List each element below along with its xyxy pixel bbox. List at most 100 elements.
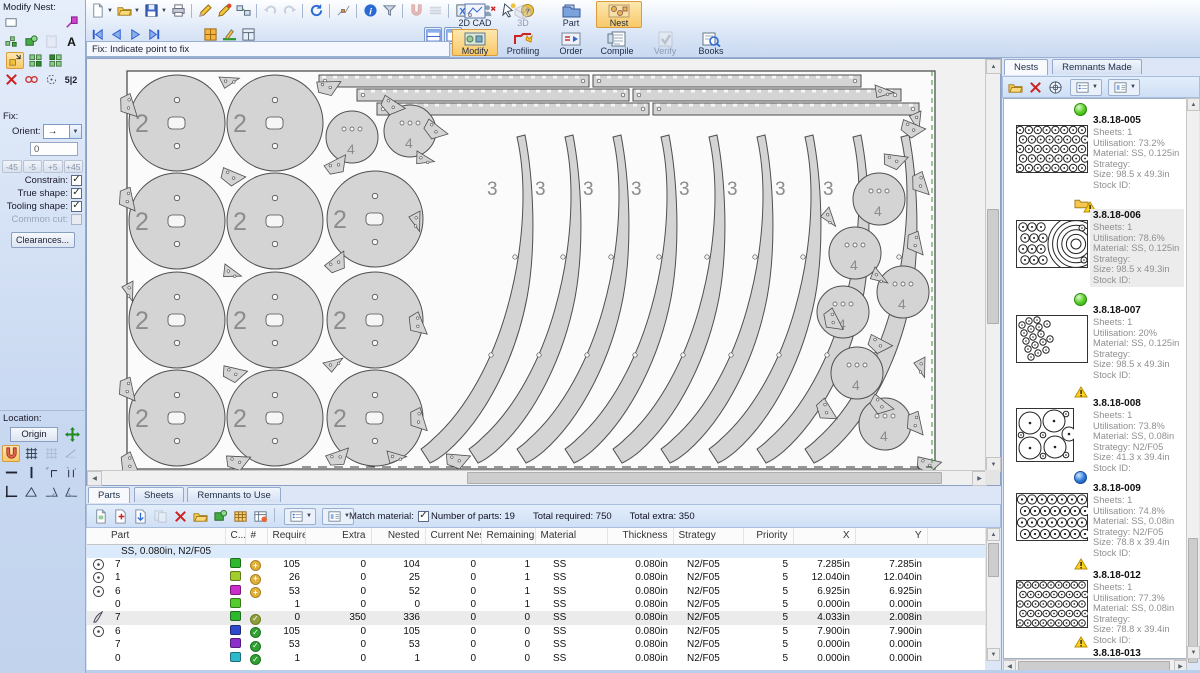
origin-cross-icon[interactable] (63, 426, 81, 443)
dropdown-caret-icon[interactable]: ▼ (134, 8, 141, 14)
info-icon[interactable]: i (361, 2, 379, 19)
copy-part-icon[interactable] (151, 508, 169, 525)
part-circle-small[interactable]: 4 (831, 347, 883, 399)
nest-list-item[interactable]: 3.8.18-008Sheets: 1Utilisation: 73.8%Mat… (1004, 384, 1186, 477)
canvas-horizontal-scrollbar[interactable]: ◀ ▶ (87, 470, 987, 485)
scroll-thumb[interactable] (1188, 538, 1198, 663)
corner-L-icon[interactable] (2, 483, 20, 500)
part-toothed-bar[interactable] (357, 89, 629, 101)
ribbon-tab-verify[interactable]: Verify (642, 29, 688, 56)
ribbon-tab-3d[interactable]: 3D (500, 1, 546, 28)
layers-icon[interactable] (426, 2, 444, 19)
part-row[interactable]: 6+5305201SS0.080inN2/F0556.925in6.925in (87, 585, 985, 599)
clearances-button[interactable]: Clearances... (11, 232, 75, 248)
column-header-y[interactable]: Y (855, 528, 927, 544)
checkbox-constrain[interactable] (71, 175, 82, 186)
nest-thumbnail[interactable] (1016, 125, 1088, 173)
scroll-left-icon[interactable]: ◀ (87, 471, 102, 486)
part-circle-small[interactable]: 4 (817, 286, 869, 338)
tab-nests[interactable]: Nests (1004, 59, 1048, 75)
part-row[interactable]: 6✓105010500SS0.080inN2/F0557.900in7.900i… (87, 625, 985, 639)
part-row[interactable]: 010001SS0.080inN2/F0550.000in0.000in (87, 598, 985, 611)
nest-list-item[interactable]: 3.8.18-007Sheets: 1Utilisation: 20%Mater… (1004, 291, 1186, 384)
column-header-extra[interactable]: Extra (305, 528, 371, 544)
nest-thumbnail[interactable] (1016, 408, 1074, 462)
dropdown-caret-icon[interactable]: ▼ (107, 8, 114, 14)
part-circle-large[interactable]: 2 (227, 173, 323, 269)
nest-array2-icon[interactable] (46, 52, 64, 69)
redo-icon[interactable] (280, 2, 298, 19)
part-report-icon[interactable] (251, 508, 269, 525)
nest-thumbnail[interactable] (1016, 493, 1088, 541)
scroll-down-icon[interactable]: ▼ (1187, 646, 1200, 659)
ribbon-tab-2d-cad[interactable]: 2D CAD (452, 1, 498, 28)
checkbox-true-shape[interactable] (71, 188, 82, 199)
match-material-checkbox[interactable] (418, 511, 429, 522)
part-table-icon[interactable] (231, 508, 249, 525)
column-header-remaining[interactable]: Remaining (481, 528, 535, 544)
scroll-up-icon[interactable]: ▲ (1187, 98, 1200, 111)
ribbon-tab-profiling[interactable]: Profiling (500, 29, 546, 56)
nest-drawing[interactable]: 333333332222222222244444444 (87, 59, 987, 472)
line-v-icon[interactable] (22, 464, 40, 481)
part-circle-large[interactable]: 2 (227, 75, 323, 171)
origin-button[interactable]: Origin (10, 427, 58, 442)
part-add-icon[interactable] (211, 508, 229, 525)
ribbon-tab-books[interactable]: Books (688, 29, 734, 56)
refresh-icon[interactable] (307, 2, 325, 19)
part-row[interactable]: 7✓5305300SS0.080inN2/F0550.000in0.000in (87, 638, 985, 652)
small-parts-icon[interactable] (2, 33, 20, 50)
column-header-priority[interactable]: Priority (743, 528, 793, 544)
canvas-vertical-scrollbar[interactable]: ▲ ▼ (985, 59, 1000, 472)
part-circle-large[interactable]: 2 (129, 173, 225, 269)
nest-thumbnail[interactable] (1016, 315, 1088, 363)
mirror-52-icon[interactable]: 5|2 (62, 71, 80, 88)
angle-button--5[interactable]: -5 (23, 160, 43, 173)
ribbon-tab-part[interactable]: Part (548, 1, 594, 28)
part-toothed-bar[interactable] (633, 89, 901, 101)
delete-red-icon[interactable] (2, 71, 20, 88)
nest-list-item[interactable]: 3.8.18-013 (1004, 634, 1186, 659)
part-circle-small[interactable]: 4 (853, 173, 905, 225)
text-A-icon[interactable]: A (62, 33, 80, 50)
part-circle-large[interactable]: 2 (129, 370, 225, 466)
column-header-c[interactable]: C... (225, 528, 245, 544)
grid-fine-icon[interactable] (42, 445, 60, 462)
move-part-icon[interactable] (6, 52, 24, 69)
open-icon[interactable] (115, 2, 133, 19)
scroll-up-icon[interactable]: ▲ (986, 59, 1001, 74)
nest-thumbnail[interactable] (1016, 580, 1088, 628)
nest-list-item[interactable]: 3.8.18-009Sheets: 1Utilisation: 74.8%Mat… (1004, 469, 1186, 562)
grid-icon[interactable] (22, 445, 40, 462)
nest-canvas[interactable]: 333333332222222222244444444 ▲ ▼ ◀ ▶ (86, 58, 1001, 486)
new-part-icon[interactable] (91, 508, 109, 525)
angle-button-+5[interactable]: +5 (43, 160, 63, 173)
save-icon[interactable] (142, 2, 160, 19)
delete-red-icon[interactable] (171, 508, 189, 525)
edit-spark-icon[interactable] (215, 2, 233, 19)
filter-icon[interactable] (380, 2, 398, 19)
angle-45-icon[interactable] (22, 483, 40, 500)
nest-list-item[interactable]: 3.8.18-005Sheets: 1Utilisation: 73.2%Mat… (1004, 101, 1186, 194)
clipboard-icon[interactable] (42, 33, 60, 50)
part-circle-large[interactable]: 2 (129, 272, 225, 368)
column-header-current-nest[interactable]: Current Nest (425, 528, 481, 544)
parts-vertical-scrollbar[interactable]: ▲ ▼ (986, 528, 1000, 661)
ribbon-tab-order[interactable]: Order (548, 29, 594, 56)
tab-remnants-made[interactable]: Remnants Made (1052, 59, 1142, 74)
parts-table-header[interactable]: PartC...#RequiredExtraNestedCurrent Nest… (87, 528, 985, 544)
part-toothed-bar[interactable] (593, 75, 861, 87)
tab-remnants-to-use[interactable]: Remnants to Use (187, 487, 280, 502)
part-circle-small[interactable]: 4 (877, 266, 929, 318)
view-details-button[interactable]: ▼ (1108, 79, 1140, 96)
tab-sheets[interactable]: Sheets (134, 487, 184, 502)
orient-select[interactable]: → ▼ (43, 124, 82, 139)
part-circle-small[interactable]: 4 (326, 111, 378, 163)
nest-properties-icon[interactable] (1046, 79, 1064, 96)
slant-icon[interactable] (62, 445, 80, 462)
scroll-up-icon[interactable]: ▲ (987, 528, 1000, 541)
part-circle-large[interactable]: 2 (327, 272, 423, 368)
checkbox-common-cut[interactable] (71, 214, 82, 225)
view-list-button[interactable]: ▼ (284, 508, 316, 525)
magnet-loc-icon[interactable] (2, 445, 20, 462)
